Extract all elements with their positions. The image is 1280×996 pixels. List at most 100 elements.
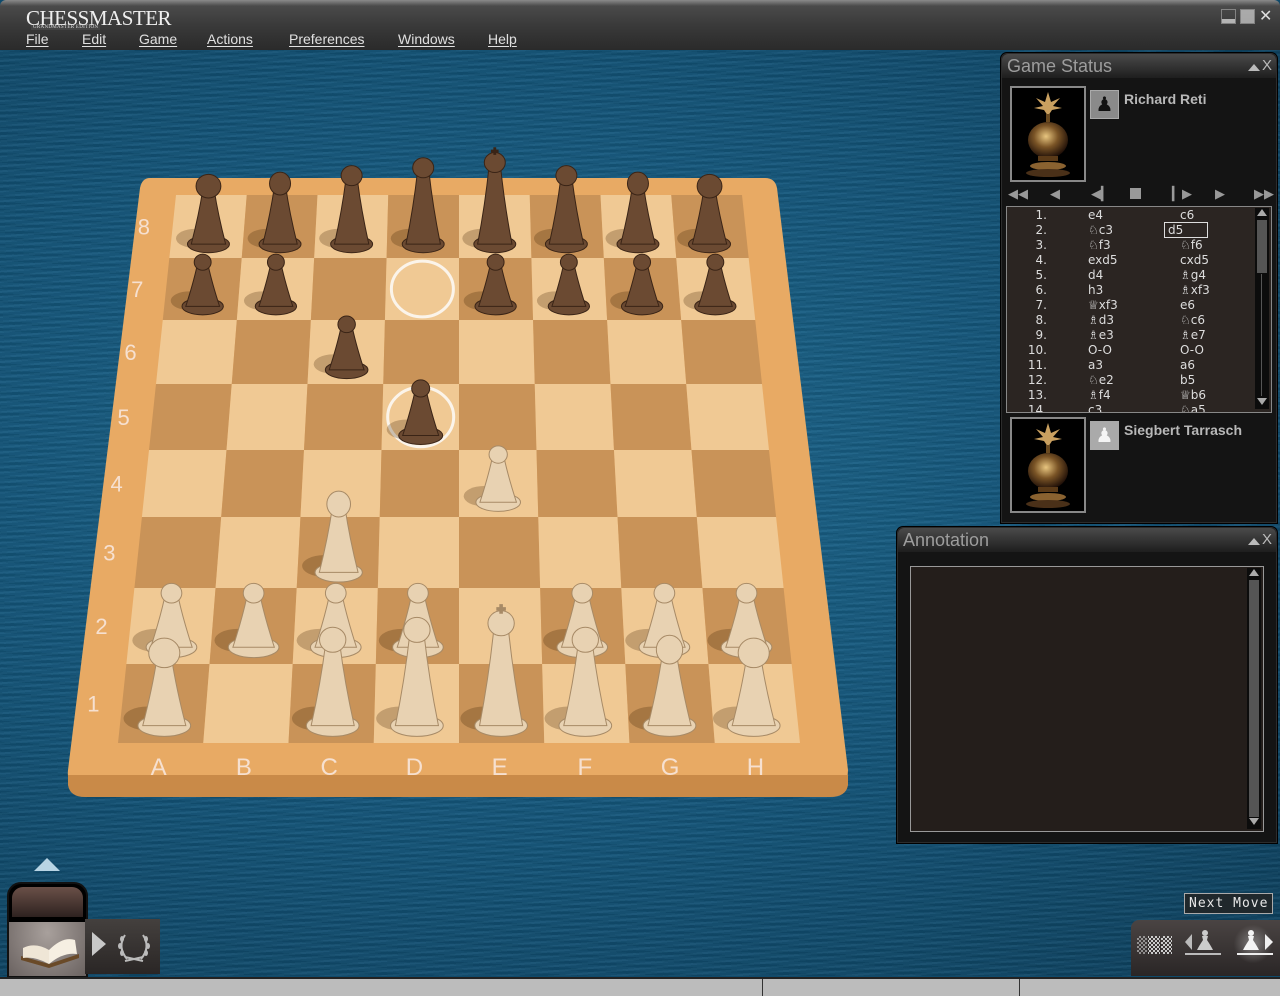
white-move[interactable]: ♗f4: [1088, 388, 1111, 402]
panel-close-icon[interactable]: X: [1262, 57, 1272, 74]
board-view-icon[interactable]: [1137, 934, 1173, 956]
white-move[interactable]: e4: [1088, 208, 1103, 222]
square-f5[interactable]: [534, 384, 614, 450]
move-row[interactable]: 1. e4 c6: [1007, 208, 1255, 223]
square-b1[interactable]: [203, 664, 293, 743]
collapse-icon[interactable]: [1247, 64, 1260, 71]
scroll-down-arrow[interactable]: [1256, 398, 1268, 408]
library-tab[interactable]: [7, 882, 88, 978]
black-move[interactable]: O-O: [1180, 343, 1204, 357]
white-move[interactable]: ♕xf3: [1088, 298, 1118, 312]
annotation-scrollbar[interactable]: [1247, 568, 1261, 829]
black-move[interactable]: c6: [1180, 208, 1194, 222]
move-row[interactable]: 10. O-O O-O: [1007, 343, 1255, 358]
square-b3[interactable]: [215, 517, 301, 588]
next-move-nav-button[interactable]: ▶: [1215, 186, 1225, 202]
expand-tray-arrow[interactable]: [34, 858, 60, 871]
white-move[interactable]: ♗e3: [1088, 328, 1114, 342]
menu-help[interactable]: Help: [488, 31, 517, 47]
square-a6[interactable]: [155, 320, 237, 384]
laurel-wreath-icon[interactable]: [115, 927, 153, 965]
square-g4[interactable]: [613, 450, 697, 517]
black-move[interactable]: b5: [1180, 373, 1195, 387]
menu-actions[interactable]: Actions: [207, 31, 253, 47]
square-a4[interactable]: [141, 450, 227, 517]
white-move[interactable]: ♘f3: [1088, 238, 1111, 252]
minimize-button[interactable]: [1221, 9, 1236, 24]
square-e3[interactable]: [459, 517, 541, 588]
square-a5[interactable]: [149, 384, 232, 450]
move-row[interactable]: 9. ♗e3 ♗e7: [1007, 328, 1255, 343]
white-move[interactable]: c3: [1088, 403, 1102, 412]
white-move[interactable]: ♗d3: [1088, 313, 1114, 327]
menu-windows[interactable]: Windows: [398, 31, 455, 47]
square-e5[interactable]: [459, 384, 537, 450]
square-b6[interactable]: [231, 320, 311, 384]
selected-move[interactable]: d5: [1163, 222, 1209, 238]
move-row[interactable]: 5. d4 ♗g4: [1007, 268, 1255, 283]
menu-file[interactable]: File: [26, 31, 49, 47]
square-h5[interactable]: [686, 384, 769, 450]
square-g3[interactable]: [617, 517, 703, 588]
square-d4[interactable]: [379, 450, 459, 517]
black-move[interactable]: ♘c6: [1180, 313, 1205, 327]
annotation-text-area[interactable]: [910, 566, 1264, 832]
move-list[interactable]: 1. e4 c6 2. ♘c3 d5 3. ♘f3 ♘f6 4. exd5 cxd5 5. d4 ♗g4 6.…: [1006, 206, 1272, 413]
scroll-down-arrow[interactable]: [1248, 818, 1260, 828]
square-d6[interactable]: [383, 320, 459, 384]
square-f6[interactable]: [533, 320, 611, 384]
white-move[interactable]: ♘e2: [1088, 373, 1114, 387]
move-row[interactable]: 4. exd5 cxd5: [1007, 253, 1255, 268]
move-row[interactable]: 3. ♘f3 ♘f6: [1007, 238, 1255, 253]
move-row[interactable]: 7. ♕xf3 e6: [1007, 298, 1255, 313]
square-h3[interactable]: [696, 517, 784, 588]
square-g5[interactable]: [610, 384, 692, 450]
white-move[interactable]: O-O: [1088, 343, 1112, 357]
first-move-button[interactable]: ◀◀: [1008, 186, 1028, 202]
square-f3[interactable]: [538, 517, 622, 588]
black-move[interactable]: cxd5: [1180, 253, 1209, 267]
black-move[interactable]: ♕b6: [1180, 388, 1206, 402]
scroll-up-arrow[interactable]: [1248, 569, 1260, 579]
menu-preferences[interactable]: Preferences: [289, 31, 364, 47]
menu-edit[interactable]: Edit: [82, 31, 106, 47]
prev-move-button[interactable]: ◀: [1050, 186, 1060, 202]
black-move[interactable]: ♗e7: [1180, 328, 1206, 342]
square-d7[interactable]: [384, 258, 459, 320]
white-move[interactable]: exd5: [1088, 253, 1118, 267]
square-b4[interactable]: [221, 450, 305, 517]
scroll-up-arrow[interactable]: [1256, 209, 1268, 219]
move-row[interactable]: 8. ♗d3 ♘c6: [1007, 313, 1255, 328]
square-c7[interactable]: [310, 258, 387, 320]
square-a3[interactable]: [134, 517, 222, 588]
panel-close-icon[interactable]: X: [1262, 531, 1272, 548]
move-row[interactable]: 6. h3 ♗xf3: [1007, 283, 1255, 298]
white-move[interactable]: h3: [1088, 283, 1103, 297]
black-move[interactable]: ♗g4: [1180, 268, 1206, 282]
step-back-button[interactable]: ◀▎: [1091, 186, 1111, 202]
black-move[interactable]: ♘a5: [1180, 403, 1206, 412]
square-c5[interactable]: [304, 384, 384, 450]
move-row[interactable]: 12. ♘e2 b5: [1007, 373, 1255, 388]
square-e6[interactable]: [459, 320, 535, 384]
take-back-icon[interactable]: [1183, 928, 1223, 958]
square-f4[interactable]: [536, 450, 618, 517]
scroll-thumb[interactable]: [1257, 220, 1267, 273]
menu-game[interactable]: Game: [139, 31, 177, 47]
restore-button[interactable]: [1240, 9, 1255, 24]
black-move[interactable]: ♘f6: [1180, 238, 1203, 252]
move-list-scrollbar[interactable]: [1255, 208, 1269, 409]
board-canvas[interactable]: 8 7 6 5 4 3 2 1 A B C D E F G H: [0, 50, 900, 976]
square-h6[interactable]: [681, 320, 763, 384]
move-row[interactable]: 2. ♘c3 d5: [1007, 222, 1255, 238]
white-move[interactable]: ♘c3: [1088, 223, 1113, 237]
square-b5[interactable]: [226, 384, 308, 450]
last-move-button[interactable]: ▶▶: [1254, 186, 1274, 202]
black-move[interactable]: ♗xf3: [1180, 283, 1210, 297]
white-move[interactable]: d4: [1088, 268, 1103, 282]
scroll-thumb[interactable]: [1249, 580, 1259, 817]
chess-board-3d[interactable]: 8 7 6 5 4 3 2 1 A B C D E F G H: [0, 50, 900, 950]
next-move-icon[interactable]: [1235, 928, 1275, 958]
square-h4[interactable]: [691, 450, 777, 517]
collapse-icon[interactable]: [1247, 538, 1260, 545]
